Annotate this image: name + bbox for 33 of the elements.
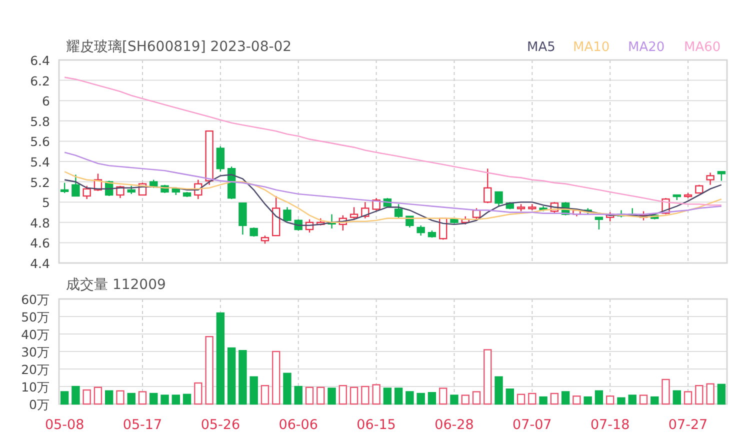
axis-label: 50万 bbox=[21, 310, 50, 324]
chart-title: 成交量 112009 bbox=[66, 277, 166, 293]
axis-label: 5.2 bbox=[30, 174, 50, 190]
legend-label: MA10 bbox=[573, 40, 610, 55]
axis-label: 5.4 bbox=[30, 154, 50, 170]
date-label: 05-26 bbox=[200, 417, 240, 433]
date-label: 07-07 bbox=[512, 417, 552, 433]
axis-label: 6.2 bbox=[30, 73, 50, 88]
date-label: 05-08 bbox=[44, 417, 84, 433]
date-label: 06-06 bbox=[278, 417, 318, 433]
axis-label: 4.6 bbox=[30, 236, 50, 251]
axis-label: 4.4 bbox=[30, 256, 50, 271]
axis-label: 60万 bbox=[21, 292, 50, 307]
date-label: 05-17 bbox=[122, 417, 162, 433]
legend-label: MA20 bbox=[628, 40, 665, 55]
axis-label: 30万 bbox=[21, 344, 50, 360]
legend-label: MA60 bbox=[684, 40, 721, 55]
axis-label: 4.8 bbox=[30, 215, 50, 230]
axis-label: 6 bbox=[42, 94, 50, 109]
axis-label: 5.8 bbox=[30, 114, 50, 129]
date-label: 07-18 bbox=[590, 417, 630, 433]
axis-label: 5 bbox=[42, 195, 50, 210]
date-label: 06-28 bbox=[434, 417, 474, 433]
axis-label: 20万 bbox=[21, 362, 50, 377]
axis-label: 5.6 bbox=[30, 134, 50, 150]
date-label: 07-27 bbox=[668, 417, 708, 433]
chart-title: 耀皮玻璃[SH600819] 2023-08-02 bbox=[66, 39, 292, 55]
axis-label: 0万 bbox=[29, 397, 50, 412]
axis-label: 10万 bbox=[21, 380, 50, 394]
axis-label: 40万 bbox=[21, 327, 50, 342]
axis-label: 6.4 bbox=[30, 53, 50, 68]
legend-label: MA5 bbox=[527, 40, 556, 55]
date-label: 06-15 bbox=[356, 417, 396, 433]
